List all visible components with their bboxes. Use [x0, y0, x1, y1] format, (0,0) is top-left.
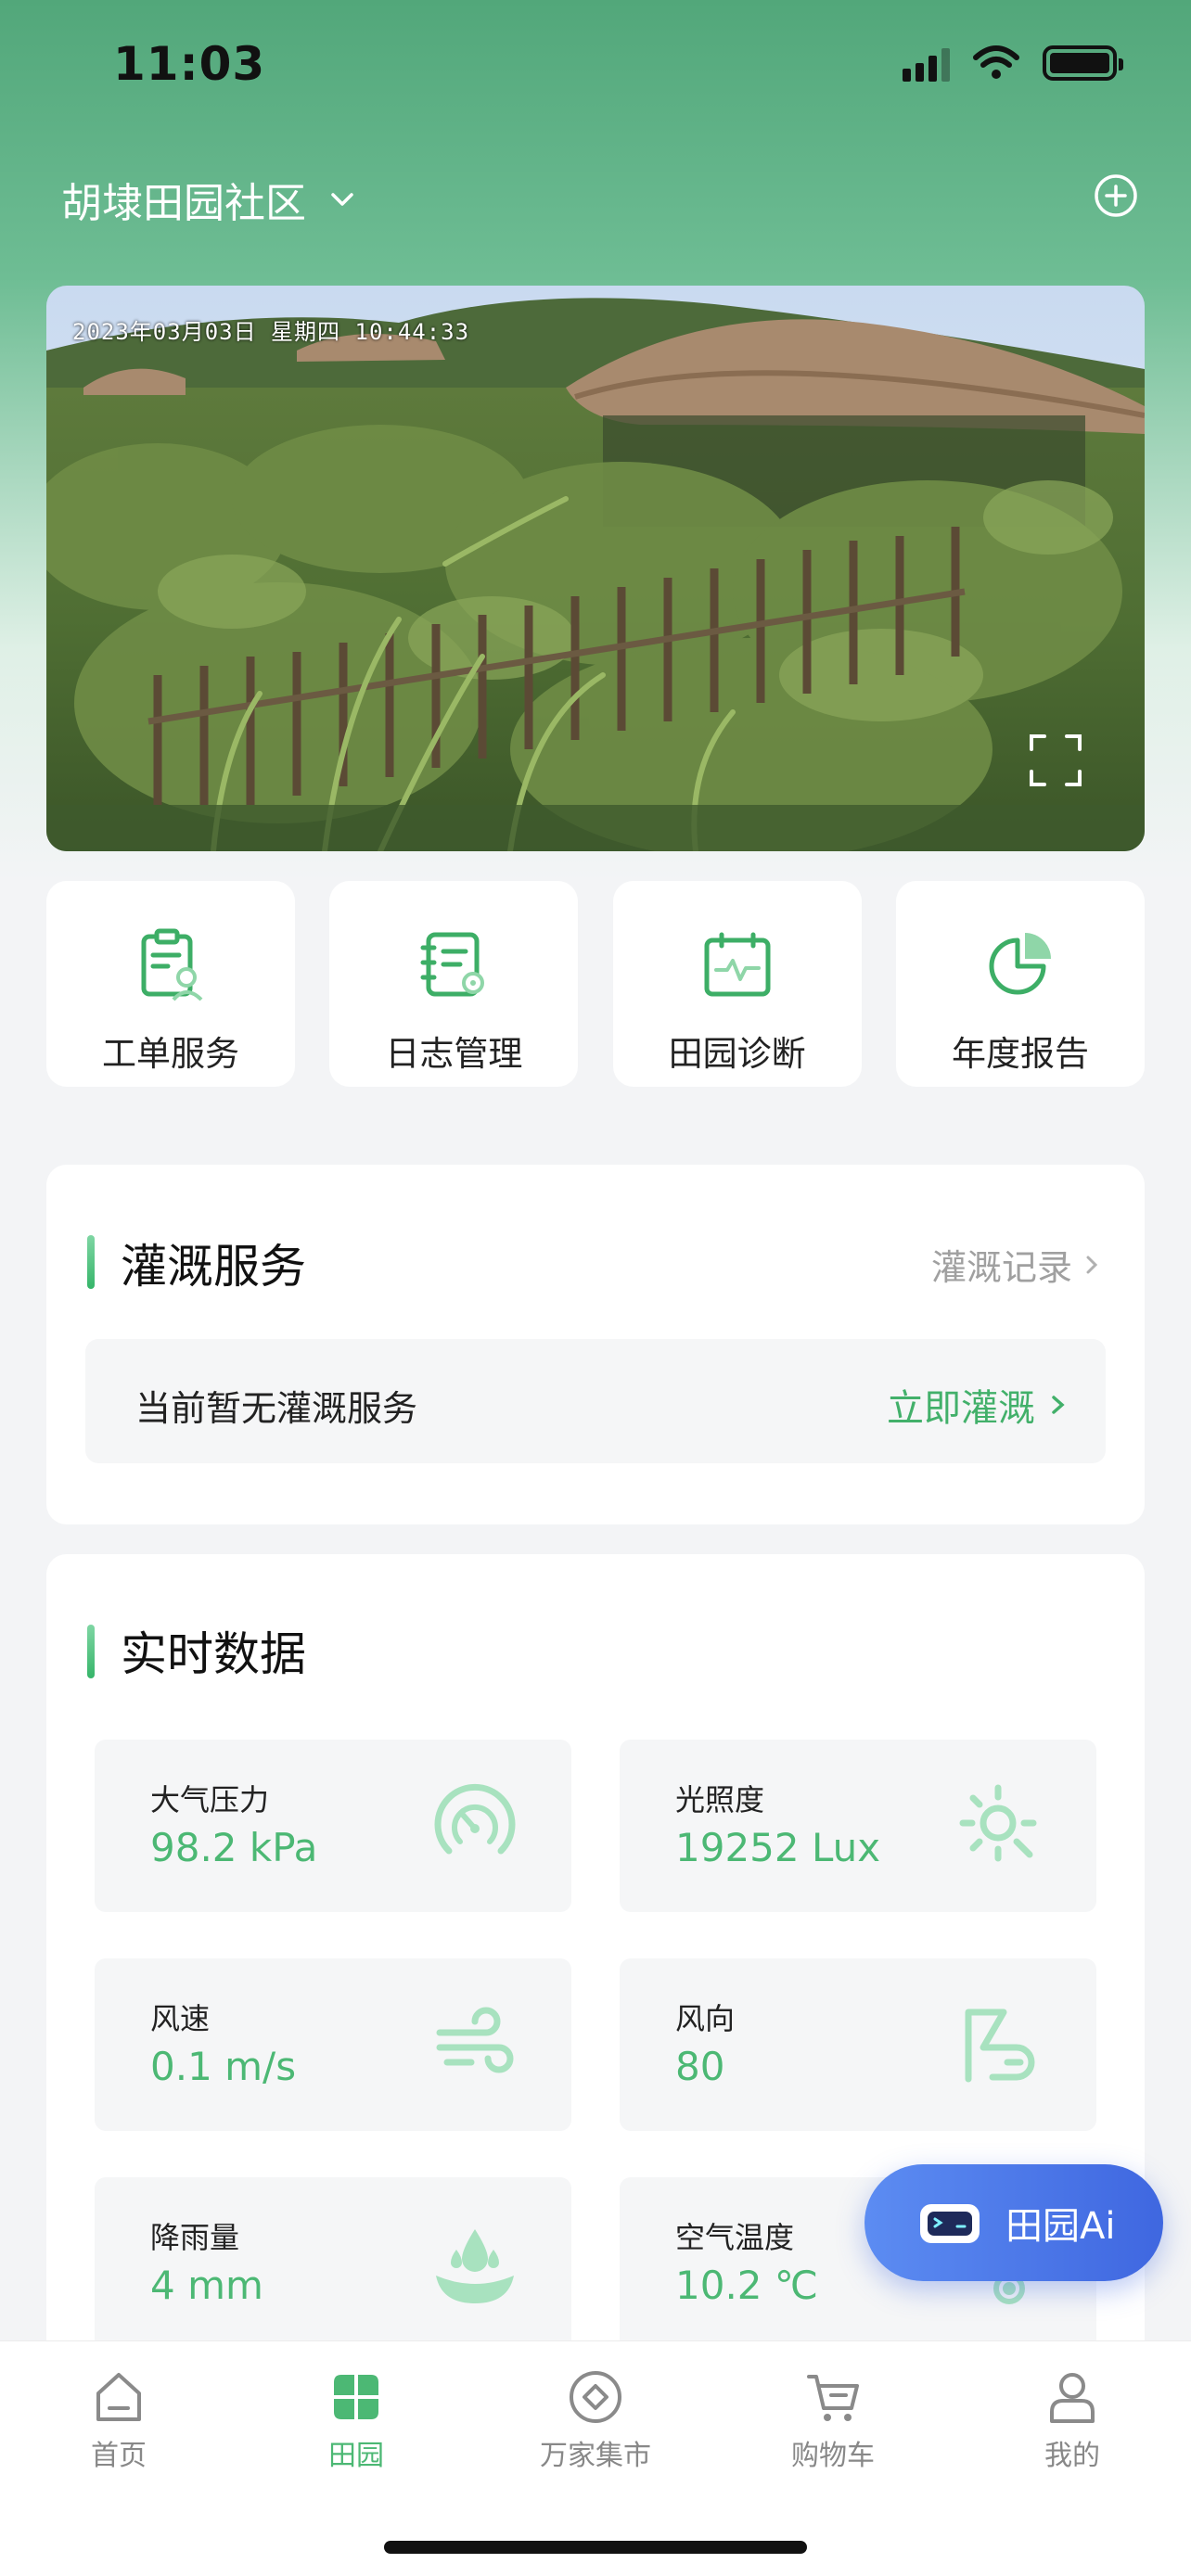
metric-label: 风向 — [675, 2001, 736, 2036]
metric-card-illuminance: 光照度 19252 Lux — [620, 1740, 1096, 1912]
home-indicator — [384, 2541, 807, 2554]
metric-value: 80 — [675, 2044, 725, 2089]
metric-label: 风速 — [150, 2001, 211, 2036]
profile-icon — [1050, 2373, 1095, 2423]
irrigation-record-label: 灌溉记录 — [930, 1247, 1072, 1288]
fullscreen-icon[interactable] — [1028, 733, 1083, 788]
quick-action-diagnosis[interactable]: 田园诊断 — [612, 881, 862, 1087]
quick-action-label: 年度报告 — [951, 1034, 1089, 1074]
metric-label: 大气压力 — [150, 1782, 270, 1817]
quick-action-label: 田园诊断 — [668, 1034, 806, 1074]
section-accent-bar — [87, 1235, 95, 1289]
quick-action-log-management[interactable]: 日志管理 — [329, 881, 579, 1087]
irrigate-now-button[interactable]: 立即灌溉 — [887, 1378, 1069, 1432]
tab-label: 万家集市 — [540, 2440, 651, 2472]
status-bar: 11:03 — [0, 0, 1191, 134]
section-accent-bar — [87, 1625, 95, 1678]
community-selector[interactable]: 胡埭田园社区 — [61, 167, 358, 232]
sun-icon — [959, 1784, 1037, 1862]
metric-value: 0.1 m/s — [150, 2044, 297, 2089]
metric-value: 4 mm — [150, 2263, 263, 2308]
status-time: 11:03 — [113, 37, 266, 91]
market-icon — [570, 2371, 621, 2423]
cellular-signal-icon — [903, 45, 950, 82]
work-order-icon — [141, 928, 203, 1001]
tab-label: 我的 — [1044, 2440, 1100, 2472]
metric-card-pressure: 大气压力 98.2 kPa — [95, 1740, 571, 1912]
quick-action-label: 工单服务 — [102, 1034, 239, 1074]
garden-page: 11:03 胡埭田园社区 2023年03月03日 星期四 10:44:33 工单… — [0, 0, 1191, 2576]
community-name: 胡埭田园社区 — [61, 180, 306, 227]
tab-label: 购物车 — [791, 2440, 875, 2472]
section-title: 实时数据 — [121, 1627, 306, 1681]
tab-label: 田园 — [328, 2440, 384, 2472]
quick-action-annual-report[interactable]: 年度报告 — [895, 881, 1145, 1087]
robot-icon — [920, 2204, 980, 2243]
metric-label: 空气温度 — [675, 2220, 795, 2255]
gauge-icon — [434, 1783, 516, 1855]
tab-home[interactable]: 首页 — [35, 2367, 202, 2473]
camera-timestamp: 2023年03月03日 星期四 10:44:33 — [72, 319, 470, 345]
battery-icon — [1043, 45, 1123, 81]
metric-label: 光照度 — [675, 1782, 765, 1817]
irrigation-record-link[interactable]: 灌溉记录 — [931, 1239, 1102, 1290]
garden-ai-button[interactable]: 田园Ai — [864, 2164, 1163, 2281]
camera-feed[interactable]: 2023年03月03日 星期四 10:44:33 — [46, 286, 1145, 851]
irrigation-section: 灌溉服务 灌溉记录 当前暂无灌溉服务 立即灌溉 — [46, 1165, 1145, 1524]
log-management-icon — [420, 932, 485, 997]
metric-card-wind-speed: 风速 0.1 m/s — [95, 1958, 571, 2131]
irrigation-empty-text: 当前暂无灌溉服务 — [135, 1388, 418, 1429]
metric-card-wind-direction: 风向 80 — [620, 1958, 1096, 2131]
wifi-icon — [973, 45, 1019, 79]
diagnosis-icon — [704, 932, 771, 997]
add-circle-icon[interactable] — [1093, 172, 1139, 219]
tab-cart[interactable]: 购物车 — [749, 2367, 916, 2473]
metric-card-rainfall: 降雨量 4 mm — [95, 2177, 571, 2350]
metric-value: 10.2 ℃ — [675, 2263, 819, 2308]
tab-garden[interactable]: 田园 — [273, 2367, 440, 2473]
metric-value: 98.2 kPa — [150, 1825, 318, 1870]
tab-profile[interactable]: 我的 — [989, 2367, 1156, 2473]
irrigate-now-label: 立即灌溉 — [887, 1387, 1035, 1430]
cart-icon — [807, 2375, 859, 2421]
wind-icon — [436, 2007, 514, 2073]
metric-value: 19252 Lux — [675, 1825, 881, 1870]
garden-icon — [334, 2375, 378, 2419]
tab-market[interactable]: 万家集市 — [512, 2367, 679, 2473]
home-icon — [96, 2373, 141, 2421]
quick-actions: 工单服务 日志管理 田园诊断 年度报告 — [46, 881, 1145, 1087]
chevron-right-icon — [1052, 1396, 1065, 1414]
camera-scene-image — [46, 286, 1145, 851]
status-icons — [903, 45, 1123, 82]
chevron-right-icon — [1086, 1256, 1098, 1273]
wind-direction-icon — [965, 2009, 1035, 2083]
metric-label: 降雨量 — [150, 2220, 240, 2255]
annual-report-icon — [989, 933, 1051, 995]
section-title: 灌溉服务 — [121, 1240, 306, 1294]
irrigation-status-box: 当前暂无灌溉服务 立即灌溉 — [85, 1339, 1106, 1463]
quick-action-work-order[interactable]: 工单服务 — [46, 881, 295, 1087]
tab-label: 首页 — [91, 2440, 147, 2472]
quick-action-label: 日志管理 — [385, 1034, 523, 1074]
chevron-down-icon — [331, 193, 353, 206]
garden-ai-label: 田园Ai — [1005, 2205, 1116, 2248]
rain-drop-icon — [436, 2229, 514, 2303]
